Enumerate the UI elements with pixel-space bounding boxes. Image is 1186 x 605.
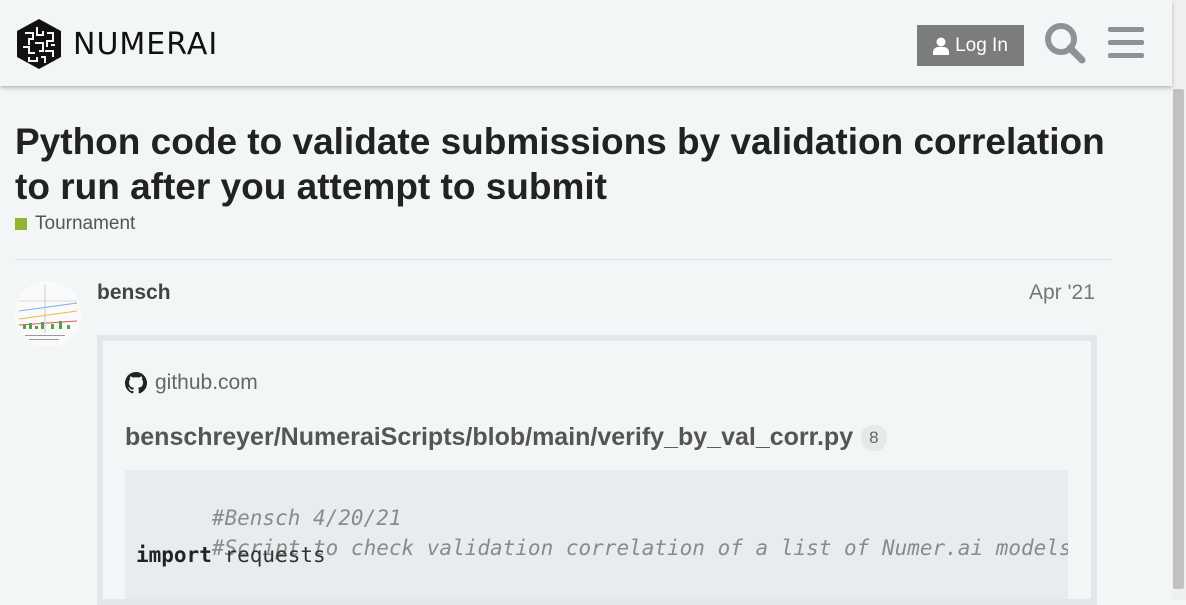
onebox-source-label: github.com <box>155 371 258 394</box>
hamburger-menu-icon[interactable] <box>1108 26 1144 60</box>
post-date[interactable]: Apr '21 <box>1029 281 1095 305</box>
category-label: Tournament <box>35 213 136 234</box>
numerai-logo-icon <box>17 19 61 69</box>
github-onebox: github.com benschreyer/NumeraiScripts/bl… <box>97 335 1097 605</box>
code-text: requests <box>211 543 326 567</box>
line-count-badge: 8 <box>861 424 887 451</box>
code-preview: #Bensch 4/20/21 #Script to check validat… <box>125 470 1068 599</box>
user-icon <box>933 37 950 55</box>
search-icon[interactable] <box>1044 22 1086 64</box>
category-badge[interactable]: Tournament <box>15 213 135 235</box>
repo-file-link[interactable]: benschreyer/NumeraiScripts/blob/main/ver… <box>125 423 887 452</box>
category-color-swatch <box>15 218 27 230</box>
onebox-source[interactable]: github.com <box>125 371 258 395</box>
github-icon <box>125 372 147 394</box>
login-label: Log In <box>955 34 1008 56</box>
avatar-image <box>15 281 81 347</box>
code-keyword: import <box>136 543 212 567</box>
code-line-3: import requests <box>136 543 326 567</box>
topic-title[interactable]: Python code to validate submissions by v… <box>15 119 1115 209</box>
site-header: NUMERAI Log In <box>0 0 1172 86</box>
login-button[interactable]: Log In <box>917 25 1024 66</box>
numerai-logo[interactable]: NUMERAI <box>15 17 218 71</box>
repo-path: benschreyer/NumeraiScripts/blob/main/ver… <box>125 423 854 451</box>
avatar[interactable] <box>15 281 81 347</box>
post-username[interactable]: bensch <box>97 281 171 305</box>
scrollbar-thumb[interactable] <box>1173 89 1184 589</box>
brand-name: NUMERAI <box>73 26 219 62</box>
code-comment: #Script to check validation correlation … <box>211 536 1068 560</box>
topic-divider <box>15 259 1112 260</box>
